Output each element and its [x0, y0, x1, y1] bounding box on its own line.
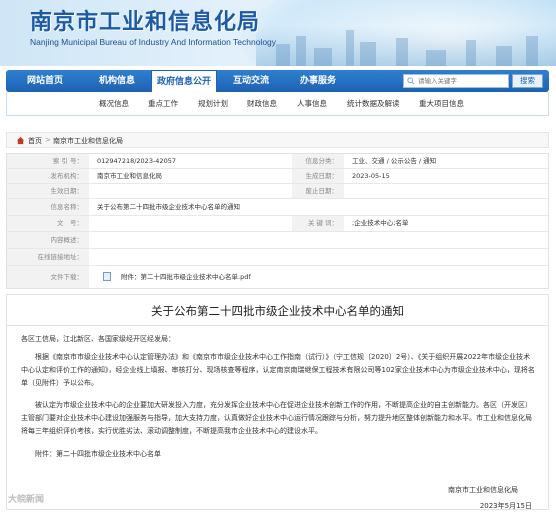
meta-value — [91, 216, 291, 231]
meta-row: 内容概述： — [7, 232, 548, 249]
banner-skyline — [256, 26, 556, 66]
meta-label: 生效日期： — [7, 184, 89, 198]
watermark: 大皖新闻 — [8, 495, 45, 505]
meta-value: 工业、交通 / 公示公告 / 通知 — [352, 157, 437, 165]
meta-label: 内容概述： — [7, 232, 89, 248]
meta-label: 索 引 号： — [7, 154, 89, 168]
meta-label: 在线链接地址： — [7, 249, 89, 265]
subnav-item-major-projects[interactable]: 重大项目信息 — [419, 98, 464, 109]
article-attachment[interactable]: 附件：第二十四批市级企业技术中心名单 — [21, 448, 535, 461]
site-title: 南京市工业和信息化局 — [30, 9, 261, 35]
meta-label: 关 键 词： — [292, 216, 344, 231]
meta-row: 文 号： 关 键 词： ;企业技术中心;名单 — [7, 216, 548, 232]
nav-item-services[interactable]: 办事服务 — [289, 70, 347, 92]
breadcrumb-home[interactable]: 首页 — [28, 136, 42, 146]
document-meta-table: 索 引 号： 012947218/2023-42057 信息分类： 工业、交通 … — [6, 153, 549, 289]
meta-label: 生成日期： — [292, 169, 344, 183]
article: 关于公布第二十四批市级企业技术中心名单的通知 各区工信局，江北新区、各国家级经开… — [6, 294, 549, 510]
article-paragraph: 被认定为市级企业技术中心的企业要加大研发投入力度，充分发挥企业技术中心在促进企业… — [21, 401, 532, 435]
breadcrumb-separator: > — [45, 136, 51, 144]
subnav-item-personnel[interactable]: 人事信息 — [297, 98, 327, 109]
subnav-item-finance[interactable]: 财政信息 — [247, 98, 277, 109]
meta-label: 废止日期： — [292, 184, 344, 198]
site-subtitle: Nanjing Municipal Bureau of Industry And… — [30, 37, 277, 47]
meta-row: 在线链接地址： — [7, 249, 548, 266]
main-nav: 网站首页 机构信息 政府信息公开 互动交流 办事服务 搜索 — [6, 70, 549, 93]
download-link[interactable]: 附件：第二十四批市级企业技术中心名单.pdf — [115, 266, 535, 288]
article-salutation: 各区工信局，江北新区、各国家级经开区经发局： — [21, 335, 175, 343]
meta-row: 发布机构： 南京市工业和信息化局 生成日期： 2023-05-15 — [7, 169, 548, 184]
meta-value — [91, 184, 291, 198]
meta-value: 关于公布第二十四批市级企业技术中心名单的通知 — [97, 203, 240, 211]
nav-item-institution[interactable]: 机构信息 — [88, 70, 146, 92]
meta-value — [346, 184, 546, 198]
meta-row: 信息名称： 关于公布第二十四批市级企业技术中心名单的通知 — [7, 199, 548, 216]
meta-row: 索 引 号： 012947218/2023-42057 信息分类： 工业、交通 … — [7, 154, 548, 169]
subnav-item-key-work[interactable]: 重点工作 — [148, 98, 178, 109]
subnav-item-planning[interactable]: 规划计划 — [198, 98, 228, 109]
search-input[interactable] — [418, 76, 506, 86]
meta-row: 文件下载： 附件：第二十四批市级企业技术中心名单.pdf — [7, 266, 548, 288]
home-icon — [16, 136, 25, 145]
breadcrumb: 首页 > 南京市工业和信息化局 — [6, 132, 549, 148]
search-icon — [407, 77, 415, 85]
breadcrumb-current[interactable]: 南京市工业和信息化局 — [53, 136, 123, 146]
meta-value: 2023-05-15 — [352, 172, 390, 180]
meta-label: 文件下载： — [7, 266, 89, 288]
nav-item-gov-info[interactable]: 政府信息公开 — [151, 70, 217, 93]
subnav-item-statistics[interactable]: 统计数据及解读 — [347, 98, 400, 109]
pdf-file-icon[interactable] — [103, 272, 111, 281]
meta-label: 发布机构： — [7, 169, 89, 183]
meta-label: 文 号： — [7, 216, 89, 231]
subnav-item-overview[interactable]: 概况信息 — [99, 98, 129, 109]
meta-row: 生效日期： 废止日期： — [7, 184, 548, 199]
article-sign-org: 南京市工业和信息化局 — [448, 486, 518, 494]
search-button[interactable]: 搜索 — [512, 74, 543, 88]
search-box — [403, 74, 509, 88]
article-sign-date: 2023年5月15日 — [479, 502, 532, 510]
nav-item-home[interactable]: 网站首页 — [16, 70, 74, 92]
article-paragraph: 根据《南京市市级企业技术中心认定管理办法》和《南京市市级企业技术中心工作指南（试… — [21, 353, 535, 387]
article-title: 关于公布第二十四批市级企业技术中心名单的通知 — [151, 304, 404, 318]
meta-value — [91, 232, 541, 248]
meta-value: 南京市工业和信息化局 — [97, 172, 162, 180]
header-banner: 南京市工业和信息化局 Nanjing Municipal Bureau of I… — [0, 0, 556, 66]
meta-value — [91, 249, 541, 265]
nav-item-interaction[interactable]: 互动交流 — [222, 70, 280, 92]
sub-nav: 概况信息 重点工作 规划计划 财政信息 人事信息 统计数据及解读 重大项目信息 — [6, 92, 549, 116]
meta-label: 信息名称： — [7, 199, 89, 215]
meta-value: ;企业技术中心;名单 — [352, 219, 409, 227]
meta-label: 信息分类： — [292, 154, 344, 168]
divider — [7, 325, 548, 326]
meta-value: 012947218/2023-42057 — [97, 157, 176, 165]
